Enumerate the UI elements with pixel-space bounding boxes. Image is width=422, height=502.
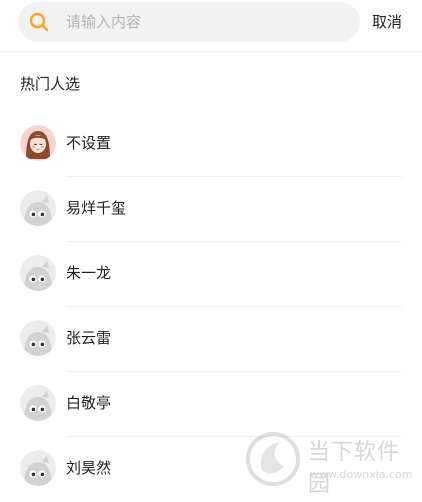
list-item-none[interactable]: 不设置 xyxy=(0,112,422,177)
search-icon xyxy=(28,11,50,33)
list-item-label: 刘昊然 xyxy=(66,459,112,477)
watermark: 当下软件园 www.downxia.com xyxy=(244,428,416,497)
section-title: 热门人选 xyxy=(20,75,81,93)
list-item-zhang-yun-lei[interactable]: 张云雷 xyxy=(0,307,422,372)
girl-avatar-icon xyxy=(20,125,56,161)
search-input[interactable]: 请输入内容 xyxy=(18,2,360,42)
cancel-button[interactable]: 取消 xyxy=(372,2,402,42)
list-item-label: 白敬亭 xyxy=(66,394,112,412)
watermark-logo-icon xyxy=(244,430,302,488)
watermark-url: www.downxia.com xyxy=(310,468,413,481)
list-item-label: 朱一龙 xyxy=(66,264,112,282)
default-avatar-icon xyxy=(20,320,56,356)
watermark-title: 当下软件园 xyxy=(308,440,401,497)
list-item-label: 易烊千玺 xyxy=(66,199,127,217)
list-item-label: 不设置 xyxy=(66,134,112,152)
divider xyxy=(0,51,422,52)
list-item-yi-yang-qian-xi[interactable]: 易烊千玺 xyxy=(0,177,422,242)
search-placeholder: 请输入内容 xyxy=(66,13,142,31)
search-bar: 请输入内容 取消 xyxy=(0,0,422,48)
default-avatar-icon xyxy=(20,190,56,226)
default-avatar-icon xyxy=(20,450,56,486)
list-item-zhu-yi-long[interactable]: 朱一龙 xyxy=(0,242,422,307)
default-avatar-icon xyxy=(20,255,56,291)
list-item-label: 张云雷 xyxy=(66,329,112,347)
default-avatar-icon xyxy=(20,385,56,421)
